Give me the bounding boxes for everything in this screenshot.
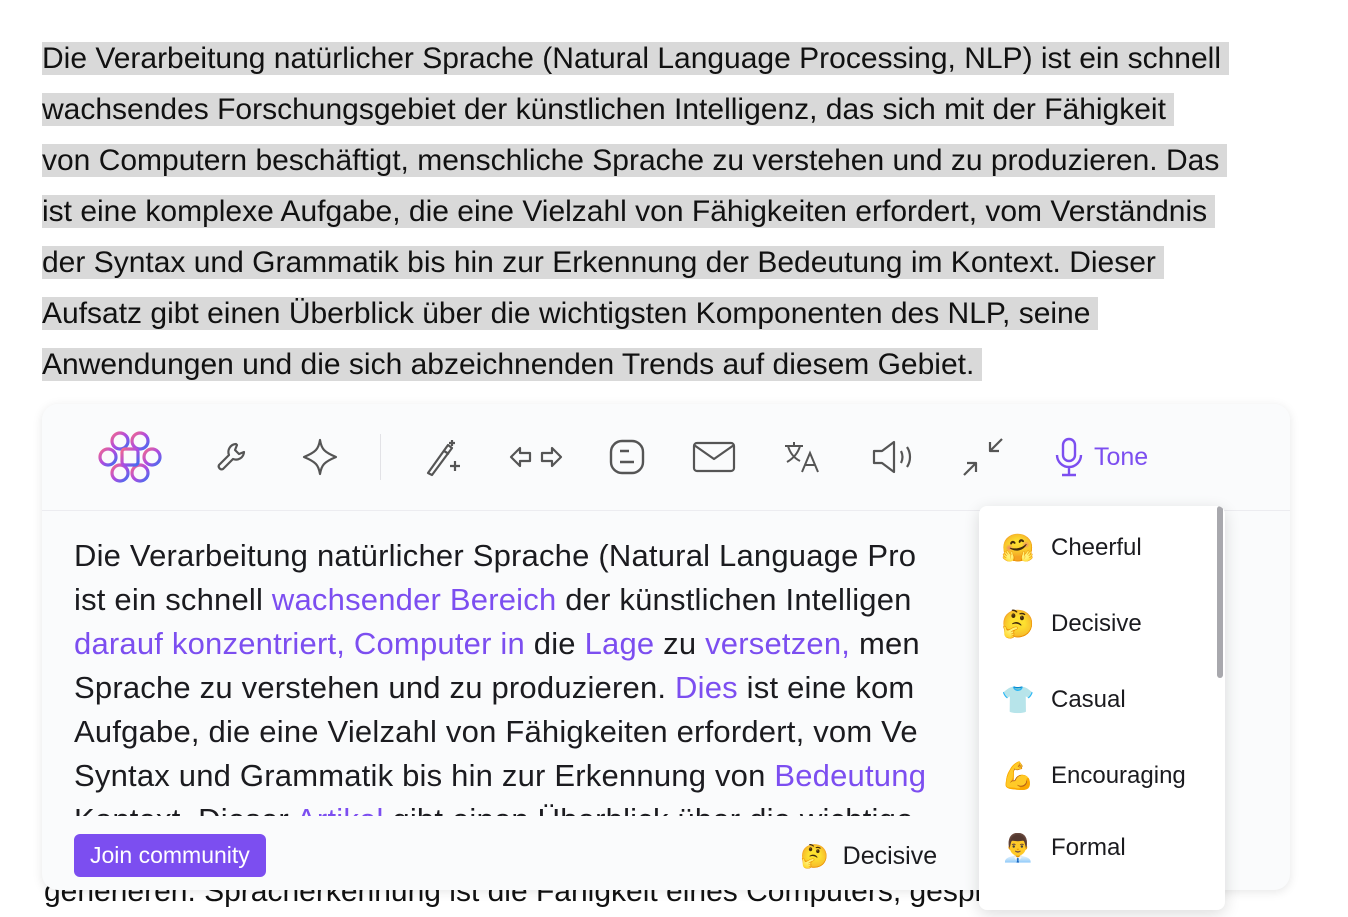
text-segment: Syntax und Grammatik bis hin zur Erkennu… xyxy=(74,758,775,793)
tone-option-decisive[interactable]: 🤔 Decisive xyxy=(1001,602,1142,646)
toolbar-separator xyxy=(380,434,381,480)
changed-phrase: wachsender Bereich xyxy=(271,582,557,617)
join-community-button[interactable]: Join community xyxy=(74,834,266,877)
text-segment: Kontext. Dieser xyxy=(74,802,296,816)
changed-phrase: Bedeutung xyxy=(774,758,927,793)
wrench-icon[interactable] xyxy=(214,434,250,480)
changed-phrase: Artikel xyxy=(296,802,384,816)
sparkle-icon[interactable] xyxy=(300,434,340,480)
tone-dropdown: 🤗 Cheerful 🤔 Decisive 👕 Casual 💪 Encoura… xyxy=(979,506,1225,910)
magic-wand-icon[interactable] xyxy=(422,434,464,480)
text-segment: Sprache zu verstehen und zu produzieren. xyxy=(74,670,676,705)
text-segment: Aufgabe, die eine Vielzahl von Fähigkeit… xyxy=(74,714,918,749)
text-segment: men xyxy=(850,626,920,661)
hugging-face-icon: 🤗 xyxy=(1001,533,1035,563)
source-line-2: wachsendes Forschungsgebiet der künstlic… xyxy=(42,93,1174,126)
source-line-6: Aufsatz gibt einen Überblick über die wi… xyxy=(42,297,1099,330)
microphone-icon xyxy=(1055,437,1083,477)
tone-label: Tone xyxy=(1094,442,1149,471)
t-shirt-icon: 👕 xyxy=(1001,685,1035,715)
tone-option-cheerful[interactable]: 🤗 Cheerful xyxy=(1001,526,1142,570)
arrows-left-right-icon[interactable] xyxy=(508,434,564,480)
tone-option-label: Casual xyxy=(1051,686,1126,713)
source-line-7: Anwendungen und die sich abzeichnenden T… xyxy=(42,348,983,381)
text-segment: die xyxy=(524,626,585,661)
text-segment: gibt einen Überblick über die wichtige xyxy=(384,802,914,816)
thinking-face-icon: 🤔 xyxy=(800,842,829,869)
tone-option-label: Encouraging xyxy=(1051,762,1186,789)
tone-option-label: Decisive xyxy=(1051,610,1142,637)
tone-option-casual[interactable]: 👕 Casual xyxy=(1001,678,1126,722)
selected-tone-label: Decisive xyxy=(842,841,938,870)
text-segment: zu xyxy=(654,626,706,661)
translate-icon[interactable] xyxy=(782,434,822,480)
changed-phrase: versetzen, xyxy=(705,626,851,661)
logo-icon[interactable] xyxy=(96,431,164,483)
blog-icon[interactable] xyxy=(608,434,646,480)
source-text: Die Verarbeitung natürlicher Sprache (Na… xyxy=(42,33,1302,390)
tone-option-label: Formal xyxy=(1051,834,1126,861)
assistant-toolbar: Tone xyxy=(42,404,1290,511)
text-segment: ist ein schnell xyxy=(74,582,272,617)
source-line-3: von Computern beschäftigt, menschliche S… xyxy=(42,144,1228,177)
changed-phrase: Lage xyxy=(584,626,655,661)
selected-tone[interactable]: 🤔 Decisive xyxy=(800,838,937,874)
changed-phrase: Dies xyxy=(675,670,738,705)
compress-icon[interactable] xyxy=(962,434,1004,480)
text-segment: Die Verarbeitung natürlicher Sprache (Na… xyxy=(74,538,917,573)
tone-option-formal[interactable]: 👨‍💼 Formal xyxy=(1001,826,1126,870)
text-segment: ist eine kom xyxy=(737,670,915,705)
source-line-1: Die Verarbeitung natürlicher Sprache (Na… xyxy=(42,42,1229,75)
mail-icon[interactable] xyxy=(692,434,736,480)
changed-phrase: darauf konzentriert, Computer in xyxy=(74,626,525,661)
tone-button[interactable]: Tone xyxy=(1054,434,1148,480)
dropdown-scrollbar[interactable] xyxy=(1217,506,1223,678)
flexed-biceps-icon: 💪 xyxy=(1001,761,1035,791)
source-line-5: der Syntax und Grammatik bis hin zur Erk… xyxy=(42,246,1164,279)
tone-option-label: Cheerful xyxy=(1051,534,1142,561)
source-line-4: ist eine komplexe Aufgabe, die eine Viel… xyxy=(42,195,1216,228)
text-segment: der künstlichen Intelligen xyxy=(556,582,912,617)
tone-option-encouraging[interactable]: 💪 Encouraging xyxy=(1001,754,1186,798)
thinking-face-icon: 🤔 xyxy=(1001,609,1035,639)
office-worker-icon: 👨‍💼 xyxy=(1001,833,1035,863)
speaker-icon[interactable] xyxy=(870,434,916,480)
